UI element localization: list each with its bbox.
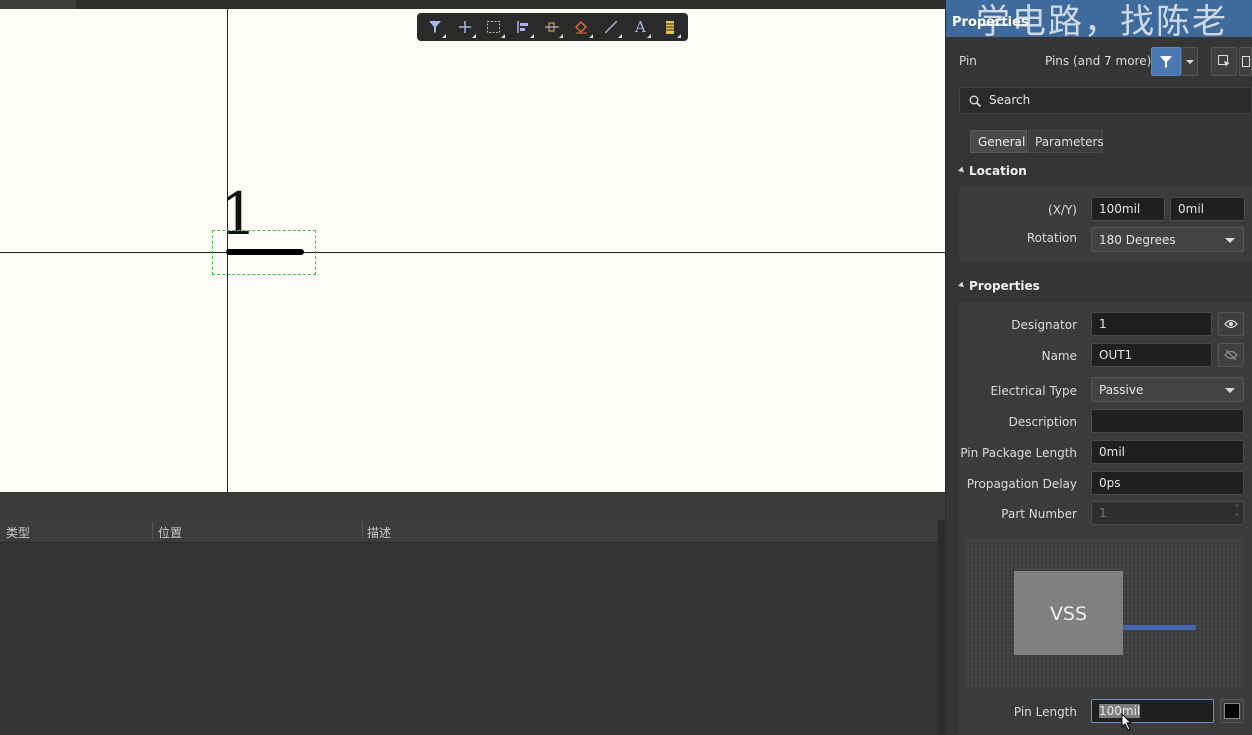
electrical-type-dropdown[interactable]: Passive (1091, 377, 1244, 402)
properties-title: Properties (952, 15, 1029, 30)
schematic-canvas[interactable]: 1 (0, 9, 945, 492)
chevron-down-icon (1225, 238, 1235, 243)
propagation-delay-label: Propagation Delay (966, 477, 1077, 491)
tab-general[interactable]: General (970, 130, 1027, 153)
color-swatch (1224, 703, 1240, 719)
x-location-field[interactable]: 100mil (1091, 197, 1165, 221)
pin-color-button[interactable] (1220, 699, 1244, 723)
propagation-delay-field[interactable]: 0ps (1091, 471, 1244, 495)
active-bar: A (417, 13, 688, 41)
text-icon[interactable]: A (629, 16, 652, 38)
document-tab[interactable] (0, 0, 76, 9)
pin-length-value: 100mil (1099, 704, 1141, 718)
column-description[interactable]: 描述 (367, 524, 391, 541)
part-number-label: Part Number (1001, 507, 1077, 521)
rotation-dropdown[interactable]: 180 Degrees (1091, 227, 1244, 252)
tab-general-label: General (978, 135, 1026, 149)
y-location-field[interactable]: 0mil (1170, 197, 1245, 221)
rotation-label: Rotation (1026, 231, 1077, 245)
panel-option-button[interactable] (1239, 47, 1252, 76)
search-input[interactable]: Search (959, 87, 1252, 114)
chevron-down-icon (1185, 59, 1194, 64)
select-mask-button[interactable] (1211, 47, 1237, 76)
properties-section-header[interactable]: Properties (946, 274, 1252, 300)
tab-parameters-label: Parameters (1035, 135, 1104, 149)
spinner-arrows-icon: ˄ ˅ (1235, 504, 1239, 522)
messages-panel: 类型 位置 描述 (0, 520, 938, 735)
selection-summary: Pins (and 7 more) (1045, 54, 1152, 68)
search-icon (969, 95, 981, 107)
selection-box (212, 230, 316, 275)
select-cursor-icon (1217, 55, 1230, 67)
column-location[interactable]: 位置 (158, 524, 182, 541)
location-header-label: Location (969, 164, 1027, 178)
line-icon[interactable] (600, 16, 623, 38)
column-divider[interactable] (362, 522, 363, 540)
pin-length-field[interactable]: 100mil (1091, 699, 1214, 723)
object-type-label: Pin (959, 54, 977, 68)
pin-length-label: Pin Length (1013, 705, 1077, 719)
messages-header: 类型 位置 描述 (0, 520, 938, 543)
preview-label: VSS (1049, 603, 1088, 625)
designator-field[interactable]: 1 (1091, 312, 1212, 336)
properties-header-label: Properties (969, 279, 1040, 293)
filter-icon (1160, 55, 1172, 68)
pin-package-length-label: Pin Package Length (960, 446, 1077, 460)
panel-icon (1241, 56, 1250, 67)
select-rect-icon[interactable] (483, 16, 505, 38)
chevron-down-icon (1225, 388, 1235, 393)
tab-parameters[interactable]: Parameters (1028, 130, 1104, 153)
designator-label: Designator (1011, 318, 1077, 332)
properties-panel: 学电路，找陈老 Properties Pin Pins (and 7 more)… (946, 0, 1252, 735)
electrical-type-value: Passive (1099, 383, 1144, 397)
eye-icon (1224, 319, 1238, 329)
preview-component-body: VSS (1014, 571, 1123, 655)
xy-label: (X/Y) (1048, 203, 1077, 217)
component-icon[interactable] (659, 16, 681, 38)
part-number-field: 1 ˄ ˅ (1091, 501, 1244, 525)
name-field[interactable]: OUT1 (1091, 343, 1212, 367)
plus-icon[interactable] (454, 16, 476, 38)
place-pin-icon[interactable] (541, 16, 564, 38)
eye-hidden-icon (1224, 349, 1238, 361)
document-tab-strip (0, 0, 946, 9)
eraser-icon[interactable] (571, 16, 593, 38)
collapse-triangle-icon (958, 281, 966, 290)
name-visibility-button[interactable] (1218, 343, 1244, 367)
mouse-cursor-icon (1121, 713, 1133, 731)
name-label: Name (1041, 349, 1077, 363)
filter-button[interactable] (1151, 47, 1181, 76)
filter-dropdown-button[interactable] (1181, 47, 1198, 76)
designator-visibility-button[interactable] (1218, 312, 1244, 336)
filter-icon[interactable] (424, 16, 447, 38)
location-section-header[interactable]: Location (946, 159, 1252, 185)
search-placeholder: Search (989, 93, 1031, 107)
description-label: Description (1008, 415, 1077, 429)
collapse-triangle-icon (958, 166, 966, 175)
pin-preview: VSS (966, 539, 1244, 688)
electrical-type-label: Electrical Type (990, 384, 1077, 398)
pin-package-length-field[interactable]: 0mil (1091, 440, 1244, 464)
part-number-value: 1 (1099, 506, 1107, 520)
rotation-value: 180 Degrees (1099, 233, 1176, 247)
properties-title-bar: 学电路，找陈老 Properties (946, 0, 1252, 42)
description-field[interactable] (1091, 409, 1244, 433)
align-icon[interactable] (512, 16, 535, 38)
preview-pin-line (1123, 625, 1196, 630)
panel-splitter[interactable] (0, 492, 945, 520)
crosshair-horizontal (0, 252, 945, 253)
column-divider[interactable] (152, 522, 153, 540)
column-type[interactable]: 类型 (6, 524, 30, 541)
